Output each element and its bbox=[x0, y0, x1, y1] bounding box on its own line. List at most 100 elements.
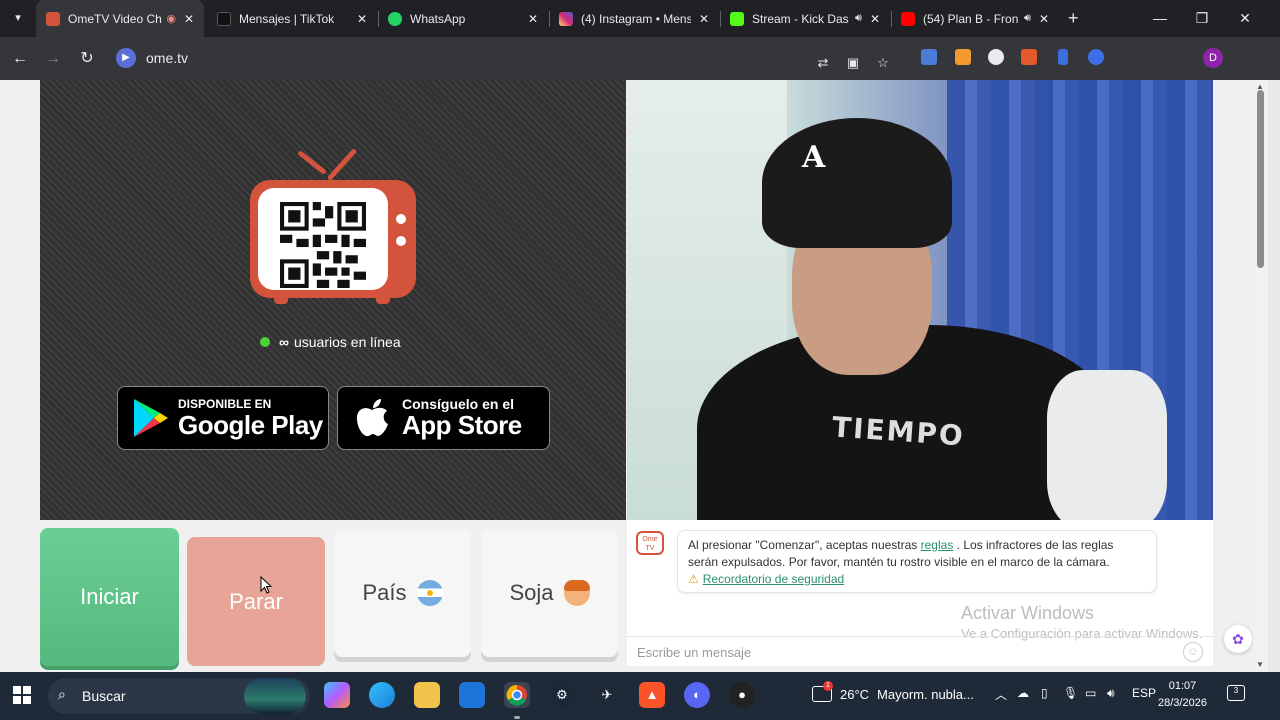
translate-icon[interactable]: ⇄ bbox=[814, 54, 832, 72]
cloud-offline-icon[interactable]: ☁ bbox=[1017, 686, 1029, 700]
steam-icon[interactable]: ⚙ bbox=[549, 682, 575, 708]
tab-close-icon[interactable]: ✕ bbox=[870, 12, 880, 26]
taskbar-search[interactable]: ⌕ Buscar bbox=[48, 678, 310, 714]
argentina-flag-icon bbox=[416, 580, 443, 606]
notification-center-icon[interactable]: 3 bbox=[1227, 685, 1245, 701]
ometv-favicon-icon bbox=[46, 11, 60, 26]
tab-instagram[interactable]: (4) Instagram • Mens ✕ bbox=[549, 0, 719, 37]
browser-tab-strip: ▾ OmeTV Video Ch ◉ ✕ Mensajes | TikTok ✕… bbox=[0, 0, 1280, 37]
bookmark-star-icon[interactable]: ☆ bbox=[874, 54, 892, 72]
boy-face-icon bbox=[563, 580, 590, 606]
xbox-game-icon[interactable]: ✈ bbox=[594, 682, 620, 708]
google-play-logo-icon bbox=[134, 399, 168, 437]
url-text: ome.tv bbox=[146, 50, 189, 66]
tray-overflow-chevron-icon[interactable]: ︿ bbox=[995, 686, 1007, 703]
translate-extension-icon[interactable] bbox=[921, 49, 937, 65]
speaker-icon[interactable]: 🔊︎ bbox=[855, 12, 862, 25]
chat-panel: Ome TV Al presionar "Comenzar", aceptas … bbox=[627, 520, 1213, 666]
stranger-video-panel: ∞ usuarios en línea DISPONIBLE EN Google… bbox=[40, 80, 626, 520]
tab-close-icon[interactable]: ✕ bbox=[528, 12, 538, 26]
bookmark-extension-icon[interactable] bbox=[1058, 49, 1068, 65]
scrollbar-thumb[interactable] bbox=[1257, 90, 1264, 268]
warning-icon: ⚠ bbox=[688, 572, 699, 586]
profile-avatar[interactable]: D bbox=[1203, 48, 1223, 68]
page-scrollbar[interactable]: ▲ ▼ bbox=[1253, 80, 1268, 672]
recording-icon: ◉ bbox=[166, 13, 176, 25]
self-camera-panel: A TIEMPO bbox=[627, 80, 1213, 520]
kick-favicon-icon bbox=[730, 11, 744, 26]
microphone-icon[interactable]: 🎙︎ bbox=[1063, 686, 1078, 700]
tab-close-icon[interactable]: ✕ bbox=[1039, 12, 1049, 26]
app-store-badge[interactable]: Consíguelo en el App Store bbox=[337, 386, 550, 450]
tv-antenna bbox=[326, 147, 358, 182]
tab-ometv[interactable]: OmeTV Video Ch ◉ ✕ bbox=[36, 0, 204, 37]
edge-icon[interactable] bbox=[369, 682, 395, 708]
install-app-icon[interactable]: ▣ bbox=[844, 54, 862, 72]
country-button[interactable]: País bbox=[334, 529, 471, 657]
brave-icon[interactable]: ▲ bbox=[639, 682, 665, 708]
circle-extension-icon[interactable] bbox=[1088, 49, 1104, 65]
windows-start-icon[interactable] bbox=[13, 686, 31, 704]
forward-icon[interactable]: → bbox=[42, 48, 64, 70]
qr-code bbox=[280, 202, 366, 288]
search-highlight-image bbox=[244, 678, 306, 714]
person-cap bbox=[762, 118, 952, 248]
battery-icon[interactable]: ▯ bbox=[1041, 686, 1048, 700]
safety-reminder-link[interactable]: Recordatorio de seguridad bbox=[703, 572, 844, 586]
network-icon[interactable]: ▭ bbox=[1085, 686, 1096, 700]
extension-icon[interactable] bbox=[955, 49, 971, 65]
tv-antenna bbox=[297, 150, 327, 175]
file-explorer-icon[interactable] bbox=[414, 682, 440, 708]
start-button[interactable]: Iniciar bbox=[40, 528, 179, 666]
stop-button[interactable]: Parar bbox=[187, 537, 325, 666]
recording-app-icon[interactable]: ● bbox=[729, 682, 755, 708]
gender-button[interactable]: Soja bbox=[481, 529, 618, 657]
mouse-cursor-icon bbox=[260, 576, 272, 594]
chrome-taskbar-icon[interactable] bbox=[504, 682, 530, 708]
copilot-icon[interactable] bbox=[324, 682, 350, 708]
weather-widget[interactable]: 1 26°C Mayorm. nubla... bbox=[812, 681, 974, 702]
windows-taskbar: ⌕ Buscar ⚙ ✈ ▲ ◐ ● 1 26°C Mayorm. nubla.… bbox=[0, 672, 1280, 720]
ometv-logo-icon: Ome TV bbox=[636, 531, 664, 555]
emoji-icon[interactable]: ☺ bbox=[1183, 642, 1203, 662]
reload-icon[interactable]: ↻ bbox=[76, 48, 98, 70]
google-play-badge[interactable]: DISPONIBLE EN Google Play bbox=[117, 386, 329, 450]
tab-close-icon[interactable]: ✕ bbox=[699, 12, 709, 26]
discord-icon[interactable]: ◐ bbox=[684, 682, 710, 708]
tv-qr-icon bbox=[250, 180, 416, 304]
ometv-page: ∞ usuarios en línea DISPONIBLE EN Google… bbox=[0, 80, 1253, 672]
tab-search-chevron-icon[interactable]: ▾ bbox=[8, 8, 28, 28]
speaker-icon[interactable]: 🔊︎ bbox=[1024, 12, 1031, 25]
tab-kick[interactable]: Stream - Kick Das 🔊︎ ✕ bbox=[720, 0, 890, 37]
instagram-favicon-icon bbox=[559, 11, 573, 26]
message-input[interactable]: Escribe un mensaje ☺ bbox=[627, 636, 1213, 666]
back-icon[interactable]: ← bbox=[9, 48, 31, 70]
scroll-down-icon[interactable]: ▼ bbox=[1256, 660, 1264, 669]
game-extension-icon[interactable] bbox=[988, 49, 1004, 65]
apple-logo-icon bbox=[356, 399, 388, 437]
tab-whatsapp[interactable]: WhatsApp ✕ bbox=[378, 0, 548, 37]
online-dot-icon bbox=[260, 337, 270, 347]
fox-extension-icon[interactable] bbox=[1021, 49, 1037, 65]
tab-close-icon[interactable]: ✕ bbox=[184, 12, 194, 26]
tab-youtube[interactable]: (54) Plan B - Fron 🔊︎ ✕ bbox=[891, 0, 1059, 37]
browser-toolbar: ← → ↻ ▶ ome.tv ⇄ ▣ ☆ ⧉ ≡ D ⋮ bbox=[0, 37, 1280, 102]
restore-icon[interactable]: ❐ bbox=[1181, 0, 1223, 37]
new-tab-button[interactable]: + bbox=[1068, 8, 1079, 28]
system-clock[interactable]: 01:07 28/3/2026 bbox=[1158, 678, 1207, 712]
site-info-icon[interactable]: ▶ bbox=[116, 48, 136, 68]
minimize-icon[interactable]: — bbox=[1139, 0, 1181, 37]
youtube-favicon-icon bbox=[901, 11, 915, 26]
volume-icon[interactable]: 🔊︎ bbox=[1107, 686, 1115, 701]
tab-close-icon[interactable]: ✕ bbox=[357, 12, 367, 26]
system-message: Al presionar "Comenzar", aceptas nuestra… bbox=[677, 530, 1157, 593]
tiktok-favicon-icon bbox=[217, 11, 231, 26]
online-users-indicator: ∞ usuarios en línea bbox=[260, 334, 401, 350]
outlook-icon[interactable] bbox=[459, 682, 485, 708]
tab-tiktok[interactable]: Mensajes | TikTok ✕ bbox=[207, 0, 377, 37]
side-assistant-icon[interactable]: ✿ bbox=[1224, 625, 1252, 653]
language-indicator[interactable]: ESP bbox=[1132, 686, 1156, 700]
rules-link[interactable]: reglas bbox=[921, 538, 954, 552]
address-bar[interactable]: ▶ ome.tv ⇄ ▣ ☆ bbox=[108, 42, 908, 74]
window-close-icon[interactable]: ✕ bbox=[1224, 0, 1266, 37]
